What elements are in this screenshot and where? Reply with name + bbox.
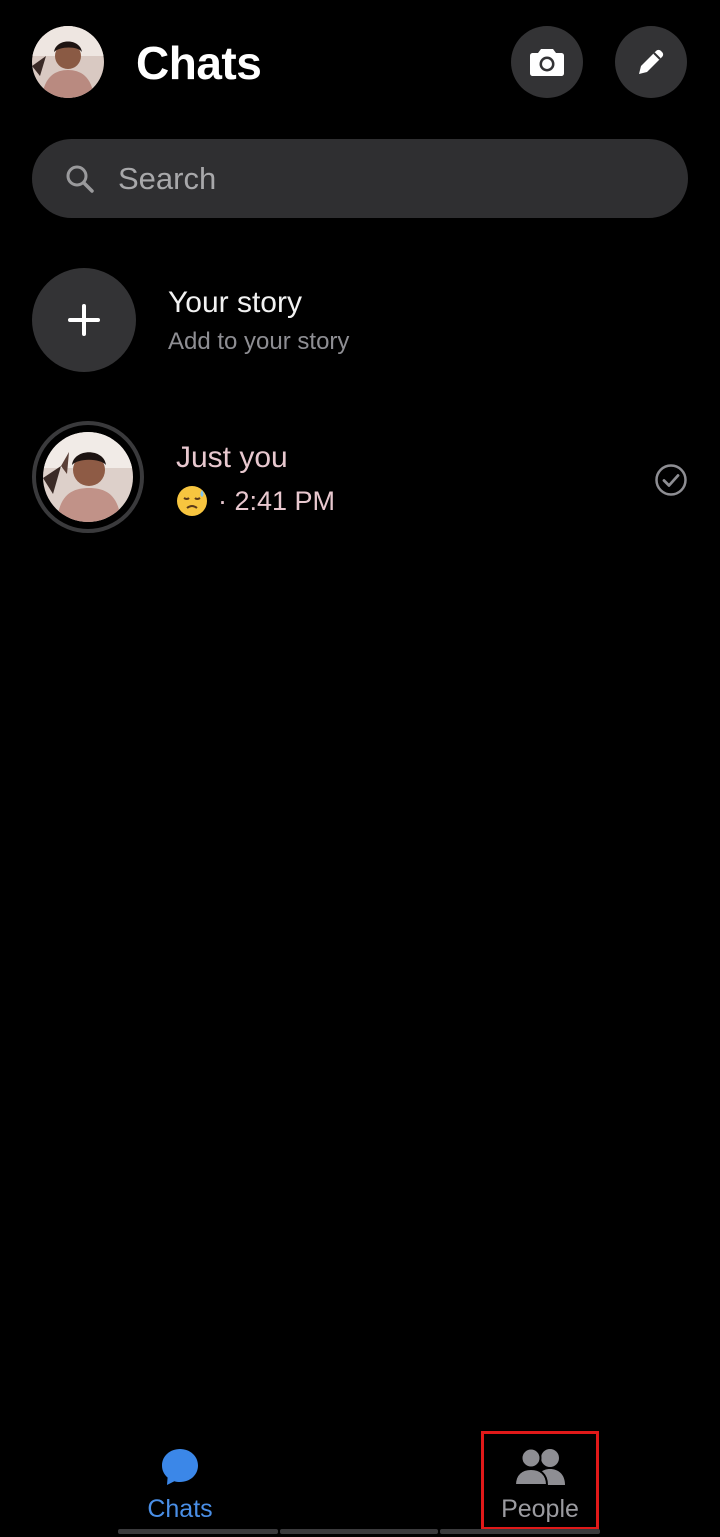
chat-avatar (43, 432, 133, 522)
bottom-navigation: Chats People (0, 1425, 720, 1537)
read-check-icon (655, 464, 687, 496)
story-title: Your story (168, 286, 302, 319)
chat-list-item[interactable]: Just you · 2:41 PM (32, 421, 688, 535)
chat-preview: · 2:41 PM (176, 485, 335, 517)
chat-name: Just you (176, 441, 288, 474)
nav-divider (280, 1529, 438, 1534)
story-subtitle: Add to your story (168, 328, 350, 355)
your-story-row[interactable]: Your story Add to your story (32, 268, 688, 372)
page-title: Chats (136, 37, 262, 89)
tab-chats-label: Chats (147, 1495, 213, 1523)
pencil-icon (639, 49, 664, 74)
downcast-face-with-sweat-icon (177, 486, 207, 516)
nav-divider (118, 1529, 278, 1534)
profile-avatar[interactable] (32, 26, 104, 98)
chat-bubble-icon (159, 1445, 201, 1489)
people-icon (512, 1445, 568, 1489)
search-icon (64, 163, 96, 195)
nav-divider (440, 1529, 600, 1534)
chat-avatar-ring (32, 421, 144, 533)
plus-icon (68, 304, 100, 336)
camera-button[interactable] (511, 26, 583, 98)
search-bar[interactable] (32, 139, 688, 218)
chat-time: · 2:41 PM (218, 485, 336, 516)
tab-people[interactable]: People (440, 1425, 640, 1529)
compose-button[interactable] (615, 26, 687, 98)
tab-people-label: People (501, 1495, 579, 1523)
add-story-button[interactable] (32, 268, 136, 372)
search-input[interactable] (118, 160, 638, 197)
camera-icon (530, 49, 564, 76)
tab-chats[interactable]: Chats (80, 1425, 280, 1529)
